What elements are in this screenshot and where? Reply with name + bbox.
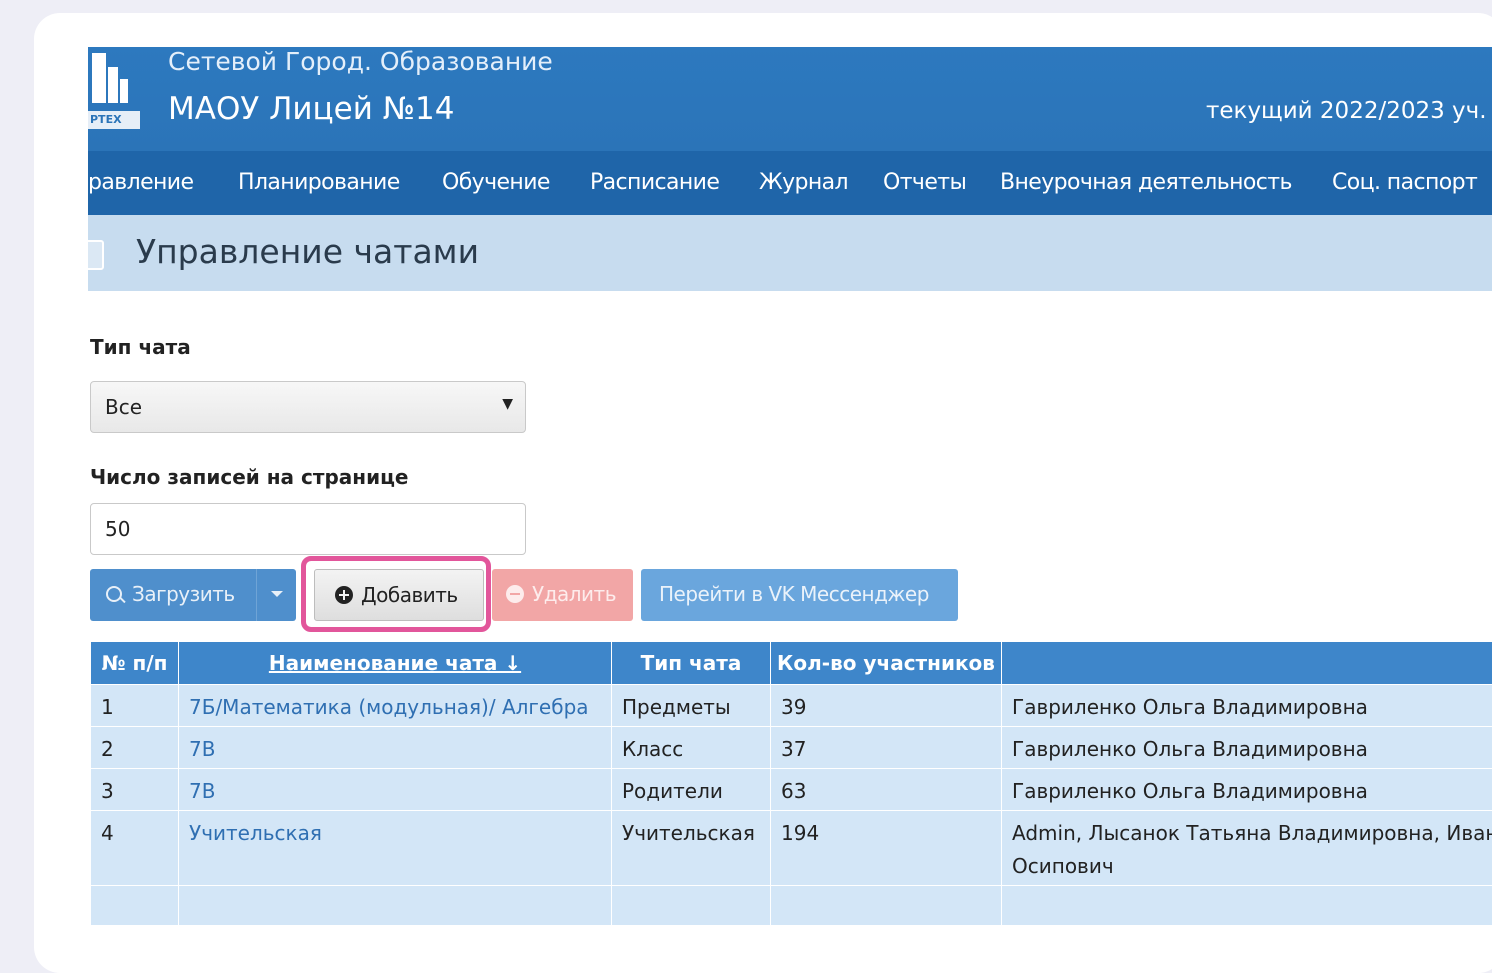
row-num: 3 bbox=[91, 769, 179, 811]
chat-type: Родители bbox=[612, 769, 771, 811]
screenshot-card: PTEX Сетевой Город. Образование МАОУ Лиц… bbox=[34, 13, 1492, 973]
logo-icon: PTEX bbox=[88, 47, 150, 131]
chat-type: Предметы bbox=[612, 685, 771, 727]
col-header-admins: А bbox=[1002, 642, 1492, 685]
chat-admins: Гавриленко Ольга Владимировна bbox=[1002, 685, 1492, 727]
table-row: 3 7В Родители 63 Гавриленко Ольга Владим… bbox=[91, 769, 1492, 811]
col-header-type: Тип чата bbox=[612, 642, 771, 685]
chat-type-value: Все bbox=[105, 395, 142, 419]
nav-item-schedule[interactable]: Расписание bbox=[590, 169, 719, 197]
per-page-input[interactable]: 50 bbox=[90, 503, 526, 555]
chat-name-link[interactable]: 7В bbox=[179, 769, 612, 811]
table-header-row: № п/п Наименование чата ↓ Тип чата Кол-в… bbox=[91, 642, 1492, 685]
chat-name-link[interactable]: 7Б/Математика (модульная)/ Алгебра bbox=[179, 685, 612, 727]
table-row: 4 Учительская Учительская 194 Admin, Лыс… bbox=[91, 811, 1492, 886]
nav-item-social-passport[interactable]: Соц. паспорт bbox=[1332, 169, 1477, 197]
row-num: 4 bbox=[91, 811, 179, 886]
school-name: МАОУ Лицей №14 bbox=[168, 90, 454, 128]
chat-name-link[interactable]: 7В bbox=[179, 727, 612, 769]
delete-button[interactable]: Удалить bbox=[492, 569, 633, 621]
nav-item-extracurricular[interactable]: Внеурочная деятельность bbox=[1000, 169, 1292, 197]
member-count: 39 bbox=[771, 685, 1002, 727]
minus-circle-icon bbox=[506, 585, 524, 603]
col-header-count: Кол-во участников bbox=[771, 642, 1002, 685]
page-title: Управление чатами bbox=[136, 231, 479, 273]
table-row-partial bbox=[91, 886, 1492, 926]
load-options-dropdown[interactable] bbox=[256, 569, 296, 621]
member-count: 37 bbox=[771, 727, 1002, 769]
nav-item-management[interactable]: равление bbox=[88, 169, 193, 197]
chat-type: Учительская bbox=[612, 811, 771, 886]
document-icon bbox=[88, 240, 104, 270]
table-row: 1 7Б/Математика (модульная)/ Алгебра Пре… bbox=[91, 685, 1492, 727]
row-num: 2 bbox=[91, 727, 179, 769]
load-button-label: Загрузить bbox=[132, 582, 235, 606]
chat-type: Класс bbox=[612, 727, 771, 769]
nav-item-reports[interactable]: Отчеты bbox=[883, 169, 966, 197]
row-num: 1 bbox=[91, 685, 179, 727]
vk-messenger-button-label: Перейти в VK Мессенджер bbox=[659, 582, 929, 606]
site-header: PTEX Сетевой Город. Образование МАОУ Лиц… bbox=[88, 47, 1492, 151]
dropdown-arrow-icon: ▼ bbox=[502, 396, 513, 412]
chats-table: № п/п Наименование чата ↓ Тип чата Кол-в… bbox=[90, 641, 1492, 926]
per-page-value: 50 bbox=[105, 517, 130, 541]
nav-item-planning[interactable]: Планирование bbox=[238, 169, 400, 197]
chat-type-label: Тип чата bbox=[90, 335, 191, 359]
chat-admins: Admin, Лысанок Татьяна Владимировна, Ива… bbox=[1002, 811, 1492, 886]
chat-admins: Гавриленко Ольга Владимировна bbox=[1002, 727, 1492, 769]
nav-item-learning[interactable]: Обучение bbox=[442, 169, 550, 197]
delete-button-label: Удалить bbox=[532, 582, 616, 606]
col-header-num: № п/п bbox=[91, 642, 179, 685]
sort-by-name-link[interactable]: Наименование чата ↓ bbox=[269, 651, 521, 675]
browser-viewport: PTEX Сетевой Город. Образование МАОУ Лиц… bbox=[88, 47, 1492, 973]
col-header-name[interactable]: Наименование чата ↓ bbox=[179, 642, 612, 685]
load-button[interactable]: Загрузить bbox=[90, 569, 256, 621]
member-count: 63 bbox=[771, 769, 1002, 811]
nav-item-journal[interactable]: Журнал bbox=[759, 169, 848, 197]
add-button-highlight bbox=[301, 556, 491, 632]
vk-messenger-button[interactable]: Перейти в VK Мессенджер bbox=[641, 569, 958, 621]
chat-type-select[interactable]: Все ▼ bbox=[90, 381, 526, 433]
school-year-label: текущий 2022/2023 уч. г bbox=[1206, 95, 1492, 127]
chat-name-link[interactable]: Учительская bbox=[179, 811, 612, 886]
site-title: Сетевой Город. Образование bbox=[168, 47, 553, 77]
main-nav: равление Планирование Обучение Расписани… bbox=[88, 151, 1492, 215]
search-icon bbox=[106, 586, 122, 602]
logo-text: PTEX bbox=[88, 111, 140, 129]
chat-admins: Гавриленко Ольга Владимировна bbox=[1002, 769, 1492, 811]
per-page-label: Число записей на странице bbox=[90, 465, 409, 489]
member-count: 194 bbox=[771, 811, 1002, 886]
table-row: 2 7В Класс 37 Гавриленко Ольга Владимиро… bbox=[91, 727, 1492, 769]
page-title-bar: Управление чатами bbox=[88, 215, 1492, 291]
caret-down-icon bbox=[271, 591, 283, 597]
